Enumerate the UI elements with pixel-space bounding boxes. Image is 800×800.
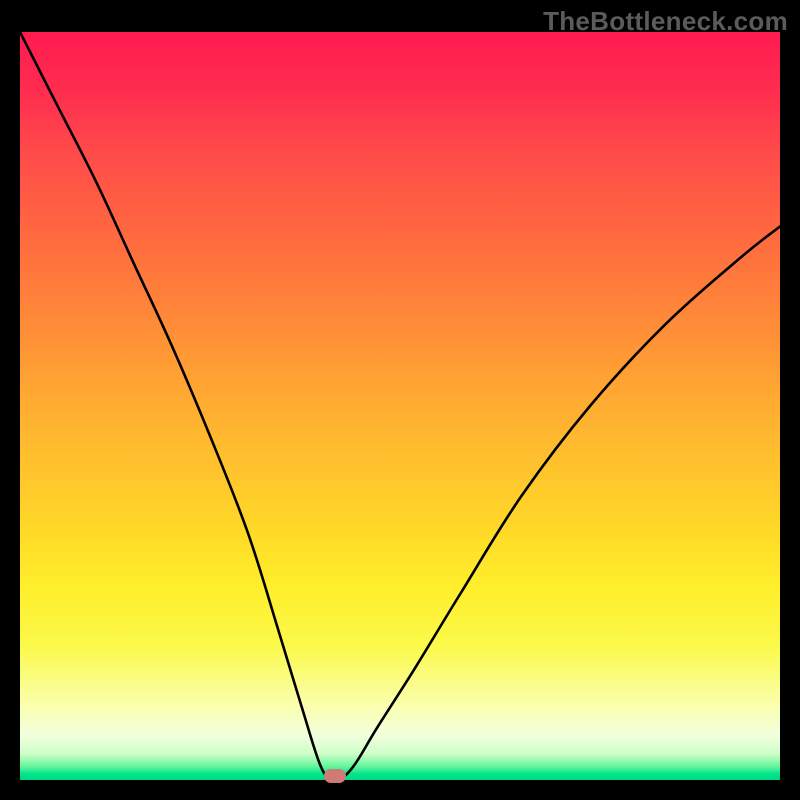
- bottleneck-curve: [20, 32, 780, 780]
- plot-area: [20, 32, 780, 780]
- optimal-point-marker: [324, 769, 346, 783]
- chart-frame: TheBottleneck.com: [0, 0, 800, 800]
